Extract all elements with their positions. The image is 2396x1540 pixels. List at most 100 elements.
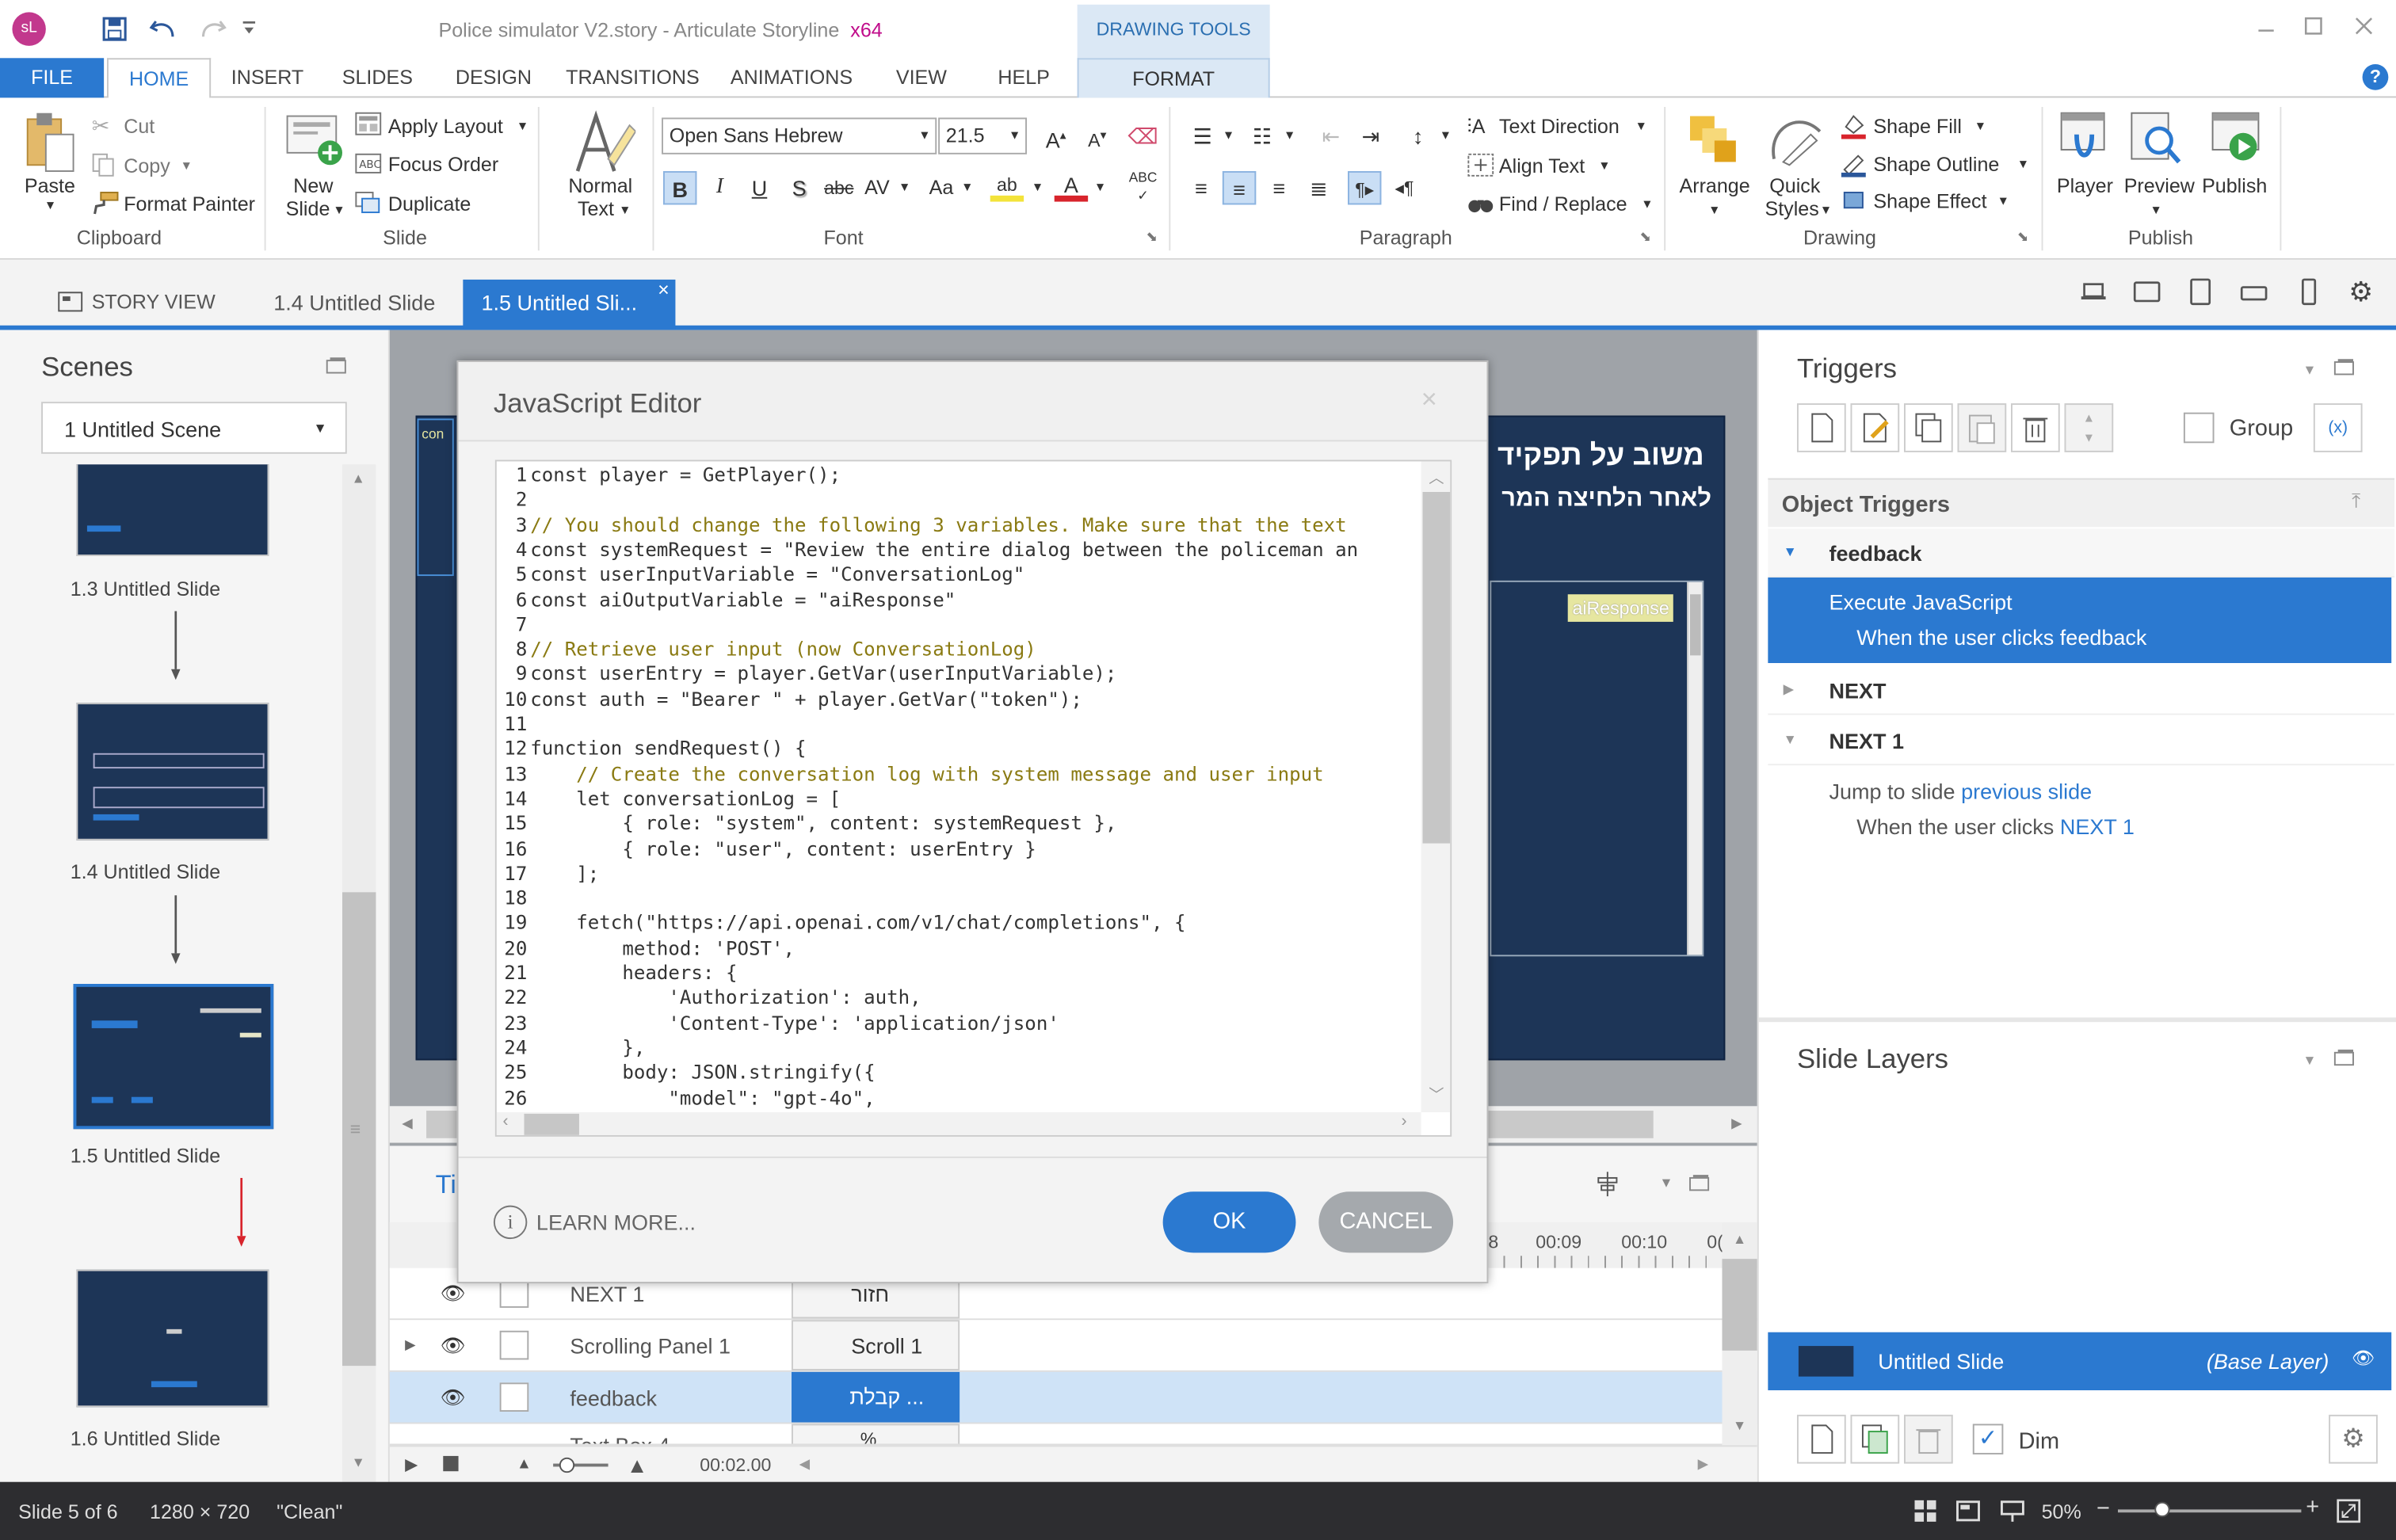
tab-file[interactable]: FILE [0, 58, 105, 98]
shape-effect-button[interactable]: Shape Effect [1873, 189, 1986, 212]
timeline-undock-icon[interactable] [1688, 1173, 1710, 1191]
trigger-execute-javascript[interactable]: Execute JavaScript When the user clicks … [1768, 577, 2392, 663]
lock-checkbox[interactable] [499, 1330, 529, 1360]
edit-trigger-icon[interactable] [1850, 403, 1900, 452]
layers-collapse-icon[interactable]: ▼ [2303, 1053, 2316, 1068]
ok-button[interactable]: OK [1162, 1191, 1296, 1253]
code-hscroll-thumb[interactable] [524, 1113, 579, 1135]
visibility-eye-icon[interactable]: 👁 [440, 1386, 465, 1410]
code-line[interactable]: 24 }, [497, 1035, 1421, 1060]
trigger-condition[interactable]: When the user clicks NEXT 1 [1856, 814, 2135, 839]
font-color-icon[interactable]: A [1054, 168, 1089, 202]
font-color-dropdown-icon[interactable]: ▼ [1089, 171, 1111, 204]
phone-landscape-icon[interactable] [2240, 284, 2268, 303]
trigger-condition-link[interactable]: NEXT 1 [2060, 814, 2135, 839]
layers-undock-icon[interactable] [2333, 1048, 2355, 1066]
align-left-button[interactable]: ≡ [1185, 171, 1218, 204]
align-right-button[interactable]: ≡ [1262, 171, 1295, 204]
quick-styles-icon[interactable] [1768, 113, 1826, 168]
tab-transitions[interactable]: TRANSITIONS [559, 58, 706, 97]
save-icon[interactable] [101, 15, 128, 43]
underline-button[interactable]: U [742, 171, 776, 204]
story-view-tab[interactable]: STORY VIEW [58, 280, 216, 330]
minimize-icon[interactable] [2256, 15, 2277, 36]
timeline-object-name[interactable]: NEXT 1 [570, 1282, 644, 1306]
tab-design[interactable]: DESIGN [443, 58, 544, 97]
trigger-group-next[interactable]: ▶ NEXT [1768, 666, 2395, 715]
timeline-object-bar[interactable]: ... קבלת [791, 1371, 960, 1423]
presenter-view-icon[interactable] [2000, 1499, 2024, 1523]
zoom-in-button[interactable]: + [2306, 1494, 2319, 1520]
highlight-dropdown-icon[interactable]: ▼ [1027, 171, 1048, 204]
code-line[interactable]: 16 { role: "user", content: userEntry } [497, 837, 1421, 861]
line-spacing-dropdown-icon[interactable]: ▼ [1435, 119, 1456, 152]
timeline-title[interactable]: Ti [436, 1170, 456, 1201]
hscroll-right-icon[interactable]: ▶ [1731, 1115, 1742, 1132]
delete-trigger-icon[interactable] [2010, 403, 2060, 452]
expand-row-icon[interactable]: ▶ [405, 1336, 415, 1353]
duplicate-button[interactable]: Duplicate [388, 192, 471, 215]
visibility-eye-icon[interactable]: 👁 [440, 1334, 465, 1359]
tab-insert[interactable]: INSERT [220, 58, 315, 97]
copy-dropdown-icon[interactable]: ▼ [181, 159, 193, 173]
move-trigger-updown-icon[interactable]: ▲ ▼ [2064, 403, 2114, 452]
shrink-font-icon[interactable]: A▾ [1080, 119, 1113, 152]
close-window-icon[interactable] [2353, 15, 2375, 36]
tablet-portrait-icon[interactable] [2190, 278, 2211, 306]
lock-checkbox[interactable] [499, 1382, 529, 1412]
code-line[interactable]: 26 "model": "gpt-4o", [497, 1085, 1421, 1110]
publish-button[interactable]: Publish [2202, 174, 2267, 197]
customize-qat-icon[interactable] [242, 20, 257, 35]
code-line[interactable]: 22 'Authorization': auth, [497, 986, 1421, 1011]
code-line[interactable]: 15 { role: "system", content: systemRequ… [497, 811, 1421, 836]
duplicate-layer-icon[interactable] [1850, 1414, 1900, 1464]
base-layer-row[interactable]: Untitled Slide (Base Layer) 👁 [1768, 1332, 2392, 1390]
format-painter-button[interactable]: Format Painter [124, 192, 255, 215]
code-line[interactable]: 1 const player = GetPlayer(); [497, 463, 1421, 487]
shape-effect-dropdown-icon[interactable]: ▼ [1997, 194, 2009, 208]
undo-icon[interactable] [148, 15, 179, 43]
code-line[interactable]: 21 headers: { [497, 961, 1421, 985]
preview-dropdown-icon[interactable]: ▼ [2150, 203, 2161, 216]
apply-layout-dropdown-icon[interactable]: ▼ [517, 119, 528, 132]
tablet-landscape-icon[interactable] [2133, 281, 2161, 303]
scenes-scrollbar[interactable]: ▲ ▼ [341, 464, 376, 1482]
text-direction-button[interactable]: Text Direction [1499, 115, 1620, 138]
tab-slide-1-4[interactable]: 1.4 Untitled Slide [273, 280, 435, 330]
redo-icon[interactable] [197, 15, 228, 43]
triggers-undock-icon[interactable] [2333, 357, 2355, 375]
strikethrough-button[interactable]: abc [822, 171, 856, 204]
visibility-eye-icon[interactable]: 👁 [440, 1282, 465, 1306]
phone-portrait-icon[interactable] [2299, 278, 2318, 306]
find-replace-dropdown-icon[interactable]: ▼ [1641, 197, 1653, 211]
zoom-slider[interactable] [2117, 1501, 2302, 1518]
code-line[interactable]: 11 [497, 712, 1421, 737]
new-slide-icon[interactable] [284, 110, 345, 171]
grow-font-icon[interactable]: A▴ [1039, 119, 1072, 152]
drawing-dialog-launcher-icon[interactable]: ⬊ [2017, 229, 2029, 246]
new-slide-button[interactable]: New [293, 174, 333, 197]
font-family-select[interactable]: Open Sans Hebrew ▼ [662, 117, 937, 154]
new-trigger-icon[interactable] [1796, 403, 1846, 452]
timeline-zoom-slider[interactable] [553, 1457, 609, 1473]
delete-layer-icon[interactable] [1903, 1414, 1953, 1464]
code-line[interactable]: 20 method: 'POST', [497, 936, 1421, 961]
scroll-left-icon[interactable]: ‹ [502, 1112, 508, 1130]
scroll-down-icon[interactable]: ▼ [352, 1454, 365, 1469]
trigger-condition[interactable]: When the user clicks feedback [1856, 625, 2146, 650]
shape-fill-button[interactable]: Shape Fill [1873, 115, 1961, 138]
scroll-down-icon[interactable]: ﹀ [1429, 1081, 1444, 1104]
code-line[interactable]: 3// You should change the following 3 va… [497, 513, 1421, 537]
code-line[interactable]: 8// Retrieve user input (now Conversatio… [497, 637, 1421, 661]
tab-help[interactable]: HELP [981, 58, 1066, 97]
align-text-dropdown-icon[interactable]: ▼ [1598, 159, 1610, 173]
normal-text-icon[interactable] [568, 110, 636, 177]
collapse-all-icon[interactable]: ⤒ [2352, 489, 2360, 513]
find-replace-button[interactable]: Find / Replace [1499, 192, 1627, 215]
code-line[interactable]: 5 const userInputVariable = "Conversation… [497, 562, 1421, 587]
trigger-action[interactable]: Execute JavaScript [1829, 589, 2012, 614]
shape-fill-dropdown-icon[interactable]: ▼ [1974, 119, 1986, 132]
panel-scrollbar[interactable] [1687, 581, 1703, 955]
scroll-down-icon[interactable]: ▼ [1733, 1418, 1746, 1433]
timeline-vscrollbar[interactable]: ▲ ▼ [1722, 1222, 1757, 1449]
